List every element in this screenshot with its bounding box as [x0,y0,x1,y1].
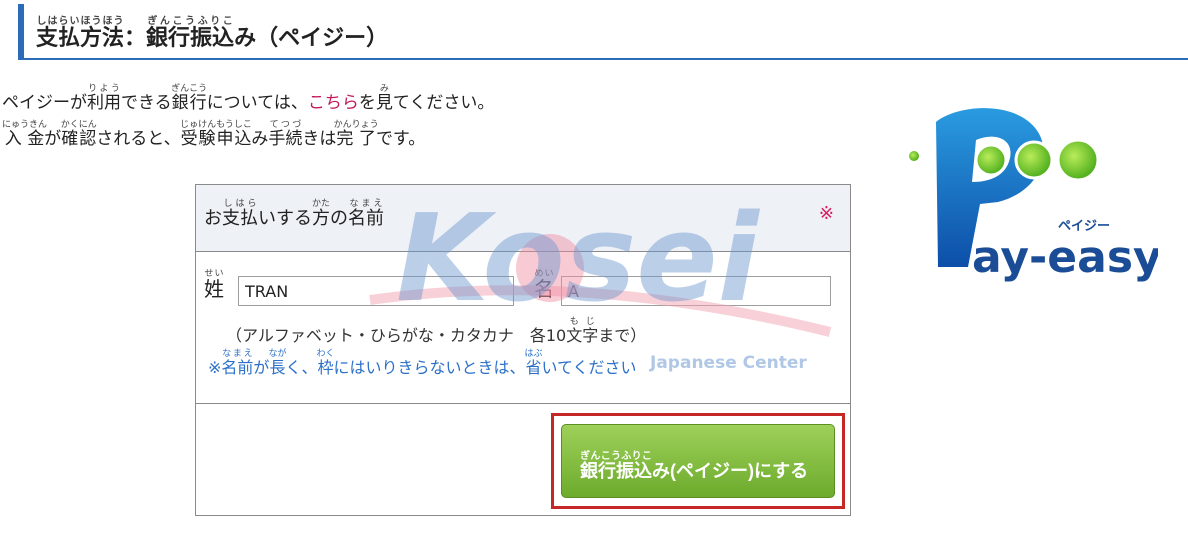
form-divider [196,403,850,404]
required-mark: ※ [818,203,834,224]
long-name-note: ※名前なまえが長ながく、枠わくにはいりきらないときは、省はぶいてください [208,349,637,377]
given-name-input[interactable] [561,276,831,306]
small-dot-icon [909,151,919,161]
name-row: 姓せい 名めい [204,269,844,309]
pay-easy-submit-button[interactable]: 銀行振込ぎんこうふりこみ(ペイジー)にする [561,424,835,498]
form-header: お支払しはらいする方かたの名前なまえ ※ [196,185,850,252]
submit-highlight-frame: 銀行振込ぎんこうふりこみ(ペイジー)にする [551,413,845,509]
given-name-label: 名めい [534,269,554,301]
surname-input[interactable] [238,276,514,306]
payer-name-form: お支払しはらいする方かたの名前なまえ ※ 姓せい 名めい （アルファベット・ひら… [195,184,851,516]
pay-easy-logo: ペイジー ay-easy [909,108,1158,283]
character-limit-hint: （アルファベット・ひらがな・カタカナ 各10文字もじまで） [226,317,647,345]
banks-list-link[interactable]: こちら [308,93,359,113]
page-title: 支払しはらい方法ほうほう：銀行振込ぎんこうふりこみ（ペイジー） [36,16,389,51]
surname-label: 姓せい [204,269,224,301]
form-header-label: お支払しはらいする方かたの名前なまえ [204,199,384,229]
intro-line-completion: 入金にゅうきんが確認かくにんされると、受験申込じゅけんもうしこみ手続てつづきは完… [2,120,426,149]
intro-line-banks: ペイジーが利用りようできる銀行ぎんこうについては、こちらを見みてください。 [2,84,495,113]
green-dot-icon [1014,140,1054,180]
green-dot-icon [974,143,1008,177]
section-heading: 支払しはらい方法ほうほう：銀行振込ぎんこうふりこみ（ペイジー） [18,4,1188,60]
green-dot-icon [1056,138,1100,182]
logo-wordmark: ay-easy [972,232,1158,283]
